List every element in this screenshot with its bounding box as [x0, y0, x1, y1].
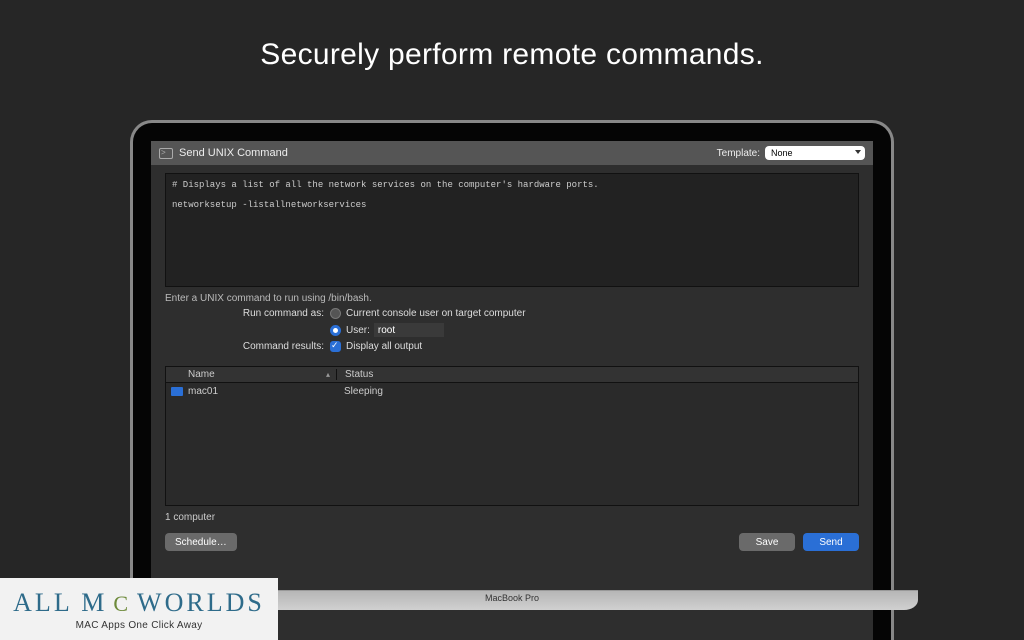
save-button[interactable]: Save [739, 533, 795, 551]
table-header[interactable]: Name Status [166, 367, 858, 383]
laptop-model-label: MacBook Pro [485, 593, 539, 603]
watermark-brand-b: WORLDS [137, 588, 265, 618]
send-button[interactable]: Send [803, 533, 859, 551]
results-label: Command results: [165, 341, 330, 352]
computer-icon [171, 387, 183, 396]
watermark-brand: ALL M C WORLDS [13, 588, 265, 618]
radio-current-user-label: Current console user on target computer [346, 308, 526, 319]
command-hint: Enter a UNIX command to run using /bin/b… [165, 293, 859, 304]
user-input[interactable] [374, 323, 444, 337]
watermark: ALL M C WORLDS MAC Apps One Click Away [0, 578, 278, 640]
radio-current-user[interactable] [330, 308, 341, 319]
column-status[interactable]: Status [336, 369, 858, 380]
watermark-brand-a: ALL M [13, 588, 107, 618]
command-textarea[interactable]: # Displays a list of all the network ser… [165, 173, 859, 287]
watermark-tagline: MAC Apps One Click Away [76, 620, 203, 631]
schedule-button[interactable]: Schedule… [165, 533, 237, 551]
hero-title: Securely perform remote commands. [0, 38, 1024, 72]
run-as-label: Run command as: [165, 308, 330, 319]
template-label: Template: [717, 148, 760, 159]
table-row[interactable]: mac01 Sleeping [166, 383, 858, 399]
radio-specific-user[interactable] [330, 325, 341, 336]
checkbox-display-output[interactable] [330, 341, 341, 352]
computer-count: 1 computer [165, 512, 859, 523]
apple-icon: C [113, 593, 131, 615]
column-name[interactable]: Name [166, 369, 336, 380]
computers-table: Name Status mac01 Sleeping [165, 366, 859, 506]
radio-user-label: User: [346, 325, 370, 336]
window-toolbar: Send UNIX Command Template: None [151, 141, 873, 165]
button-bar: Schedule… Save Send [165, 533, 859, 551]
laptop-frame: Send UNIX Command Template: None # Displ… [130, 120, 894, 640]
row-status: Sleeping [336, 386, 383, 397]
window-title: Send UNIX Command [179, 147, 288, 159]
template-select[interactable]: None [765, 146, 865, 160]
app-screen: Send UNIX Command Template: None # Displ… [151, 141, 873, 640]
terminal-icon [159, 148, 173, 159]
row-name: mac01 [188, 386, 336, 397]
checkbox-display-output-label: Display all output [346, 341, 422, 352]
